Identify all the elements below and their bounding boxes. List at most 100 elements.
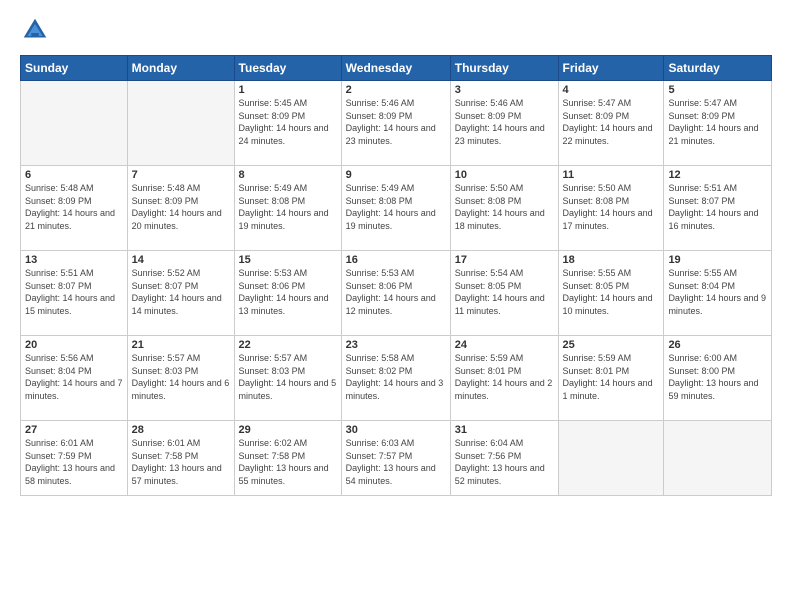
- calendar-cell-2-2: 7Sunrise: 5:48 AMSunset: 8:09 PMDaylight…: [127, 166, 234, 251]
- day-number: 8: [239, 169, 337, 181]
- day-number: 2: [346, 84, 446, 96]
- weekday-header-monday: Monday: [127, 56, 234, 81]
- day-number: 31: [455, 424, 554, 436]
- day-number: 12: [668, 169, 767, 181]
- calendar-cell-2-5: 10Sunrise: 5:50 AMSunset: 8:08 PMDayligh…: [450, 166, 558, 251]
- calendar-cell-4-1: 20Sunrise: 5:56 AMSunset: 8:04 PMDayligh…: [21, 336, 128, 421]
- calendar-cell-1-1: [21, 81, 128, 166]
- calendar-cell-3-6: 18Sunrise: 5:55 AMSunset: 8:05 PMDayligh…: [558, 251, 664, 336]
- day-info: Sunrise: 5:55 AMSunset: 8:05 PMDaylight:…: [563, 267, 660, 317]
- day-info: Sunrise: 5:57 AMSunset: 8:03 PMDaylight:…: [239, 352, 337, 402]
- day-number: 29: [239, 424, 337, 436]
- calendar-cell-3-4: 16Sunrise: 5:53 AMSunset: 8:06 PMDayligh…: [341, 251, 450, 336]
- day-info: Sunrise: 5:46 AMSunset: 8:09 PMDaylight:…: [455, 97, 554, 147]
- day-info: Sunrise: 5:53 AMSunset: 8:06 PMDaylight:…: [346, 267, 446, 317]
- day-info: Sunrise: 5:45 AMSunset: 8:09 PMDaylight:…: [239, 97, 337, 147]
- day-number: 4: [563, 84, 660, 96]
- calendar-cell-1-2: [127, 81, 234, 166]
- day-info: Sunrise: 5:56 AMSunset: 8:04 PMDaylight:…: [25, 352, 123, 402]
- day-info: Sunrise: 5:50 AMSunset: 8:08 PMDaylight:…: [563, 182, 660, 232]
- calendar-cell-2-7: 12Sunrise: 5:51 AMSunset: 8:07 PMDayligh…: [664, 166, 772, 251]
- day-number: 17: [455, 254, 554, 266]
- calendar-cell-4-6: 25Sunrise: 5:59 AMSunset: 8:01 PMDayligh…: [558, 336, 664, 421]
- logo: [20, 15, 54, 45]
- day-number: 20: [25, 339, 123, 351]
- calendar-week-5: 27Sunrise: 6:01 AMSunset: 7:59 PMDayligh…: [21, 421, 772, 496]
- day-number: 25: [563, 339, 660, 351]
- day-info: Sunrise: 6:00 AMSunset: 8:00 PMDaylight:…: [668, 352, 767, 402]
- day-number: 26: [668, 339, 767, 351]
- calendar-week-3: 13Sunrise: 5:51 AMSunset: 8:07 PMDayligh…: [21, 251, 772, 336]
- weekday-header-friday: Friday: [558, 56, 664, 81]
- day-info: Sunrise: 6:04 AMSunset: 7:56 PMDaylight:…: [455, 437, 554, 487]
- day-info: Sunrise: 5:49 AMSunset: 8:08 PMDaylight:…: [239, 182, 337, 232]
- day-number: 27: [25, 424, 123, 436]
- calendar-cell-1-5: 3Sunrise: 5:46 AMSunset: 8:09 PMDaylight…: [450, 81, 558, 166]
- calendar-cell-2-6: 11Sunrise: 5:50 AMSunset: 8:08 PMDayligh…: [558, 166, 664, 251]
- weekday-header-sunday: Sunday: [21, 56, 128, 81]
- day-number: 22: [239, 339, 337, 351]
- calendar-cell-2-1: 6Sunrise: 5:48 AMSunset: 8:09 PMDaylight…: [21, 166, 128, 251]
- calendar-table: SundayMondayTuesdayWednesdayThursdayFrid…: [20, 55, 772, 496]
- calendar-cell-5-2: 28Sunrise: 6:01 AMSunset: 7:58 PMDayligh…: [127, 421, 234, 496]
- day-info: Sunrise: 5:52 AMSunset: 8:07 PMDaylight:…: [132, 267, 230, 317]
- day-info: Sunrise: 5:47 AMSunset: 8:09 PMDaylight:…: [563, 97, 660, 147]
- calendar-week-2: 6Sunrise: 5:48 AMSunset: 8:09 PMDaylight…: [21, 166, 772, 251]
- calendar-cell-4-4: 23Sunrise: 5:58 AMSunset: 8:02 PMDayligh…: [341, 336, 450, 421]
- day-number: 23: [346, 339, 446, 351]
- calendar-cell-2-3: 8Sunrise: 5:49 AMSunset: 8:08 PMDaylight…: [234, 166, 341, 251]
- day-number: 3: [455, 84, 554, 96]
- day-info: Sunrise: 5:48 AMSunset: 8:09 PMDaylight:…: [25, 182, 123, 232]
- day-number: 24: [455, 339, 554, 351]
- day-number: 14: [132, 254, 230, 266]
- day-info: Sunrise: 6:01 AMSunset: 7:58 PMDaylight:…: [132, 437, 230, 487]
- calendar-cell-5-4: 30Sunrise: 6:03 AMSunset: 7:57 PMDayligh…: [341, 421, 450, 496]
- calendar-cell-5-6: [558, 421, 664, 496]
- day-info: Sunrise: 6:01 AMSunset: 7:59 PMDaylight:…: [25, 437, 123, 487]
- day-info: Sunrise: 5:58 AMSunset: 8:02 PMDaylight:…: [346, 352, 446, 402]
- calendar-cell-5-3: 29Sunrise: 6:02 AMSunset: 7:58 PMDayligh…: [234, 421, 341, 496]
- day-info: Sunrise: 5:47 AMSunset: 8:09 PMDaylight:…: [668, 97, 767, 147]
- calendar-cell-3-3: 15Sunrise: 5:53 AMSunset: 8:06 PMDayligh…: [234, 251, 341, 336]
- day-info: Sunrise: 5:53 AMSunset: 8:06 PMDaylight:…: [239, 267, 337, 317]
- weekday-header-wednesday: Wednesday: [341, 56, 450, 81]
- day-info: Sunrise: 5:51 AMSunset: 8:07 PMDaylight:…: [668, 182, 767, 232]
- day-number: 28: [132, 424, 230, 436]
- day-info: Sunrise: 6:02 AMSunset: 7:58 PMDaylight:…: [239, 437, 337, 487]
- day-number: 6: [25, 169, 123, 181]
- calendar-cell-4-5: 24Sunrise: 5:59 AMSunset: 8:01 PMDayligh…: [450, 336, 558, 421]
- day-info: Sunrise: 5:55 AMSunset: 8:04 PMDaylight:…: [668, 267, 767, 317]
- day-info: Sunrise: 5:49 AMSunset: 8:08 PMDaylight:…: [346, 182, 446, 232]
- calendar-cell-2-4: 9Sunrise: 5:49 AMSunset: 8:08 PMDaylight…: [341, 166, 450, 251]
- day-info: Sunrise: 5:46 AMSunset: 8:09 PMDaylight:…: [346, 97, 446, 147]
- calendar-cell-3-2: 14Sunrise: 5:52 AMSunset: 8:07 PMDayligh…: [127, 251, 234, 336]
- calendar-cell-4-3: 22Sunrise: 5:57 AMSunset: 8:03 PMDayligh…: [234, 336, 341, 421]
- calendar-cell-5-1: 27Sunrise: 6:01 AMSunset: 7:59 PMDayligh…: [21, 421, 128, 496]
- day-info: Sunrise: 5:59 AMSunset: 8:01 PMDaylight:…: [455, 352, 554, 402]
- day-number: 11: [563, 169, 660, 181]
- day-info: Sunrise: 5:48 AMSunset: 8:09 PMDaylight:…: [132, 182, 230, 232]
- calendar-cell-5-5: 31Sunrise: 6:04 AMSunset: 7:56 PMDayligh…: [450, 421, 558, 496]
- calendar-cell-3-7: 19Sunrise: 5:55 AMSunset: 8:04 PMDayligh…: [664, 251, 772, 336]
- calendar-week-1: 1Sunrise: 5:45 AMSunset: 8:09 PMDaylight…: [21, 81, 772, 166]
- calendar-cell-1-6: 4Sunrise: 5:47 AMSunset: 8:09 PMDaylight…: [558, 81, 664, 166]
- day-info: Sunrise: 5:54 AMSunset: 8:05 PMDaylight:…: [455, 267, 554, 317]
- day-number: 13: [25, 254, 123, 266]
- day-number: 30: [346, 424, 446, 436]
- calendar-cell-3-1: 13Sunrise: 5:51 AMSunset: 8:07 PMDayligh…: [21, 251, 128, 336]
- day-number: 10: [455, 169, 554, 181]
- weekday-header-thursday: Thursday: [450, 56, 558, 81]
- day-number: 18: [563, 254, 660, 266]
- calendar-cell-1-7: 5Sunrise: 5:47 AMSunset: 8:09 PMDaylight…: [664, 81, 772, 166]
- day-number: 19: [668, 254, 767, 266]
- day-number: 15: [239, 254, 337, 266]
- calendar-cell-1-3: 1Sunrise: 5:45 AMSunset: 8:09 PMDaylight…: [234, 81, 341, 166]
- day-number: 5: [668, 84, 767, 96]
- weekday-header-row: SundayMondayTuesdayWednesdayThursdayFrid…: [21, 56, 772, 81]
- calendar-cell-3-5: 17Sunrise: 5:54 AMSunset: 8:05 PMDayligh…: [450, 251, 558, 336]
- page: SundayMondayTuesdayWednesdayThursdayFrid…: [0, 0, 792, 612]
- day-number: 21: [132, 339, 230, 351]
- day-info: Sunrise: 5:51 AMSunset: 8:07 PMDaylight:…: [25, 267, 123, 317]
- weekday-header-saturday: Saturday: [664, 56, 772, 81]
- logo-icon: [20, 15, 50, 45]
